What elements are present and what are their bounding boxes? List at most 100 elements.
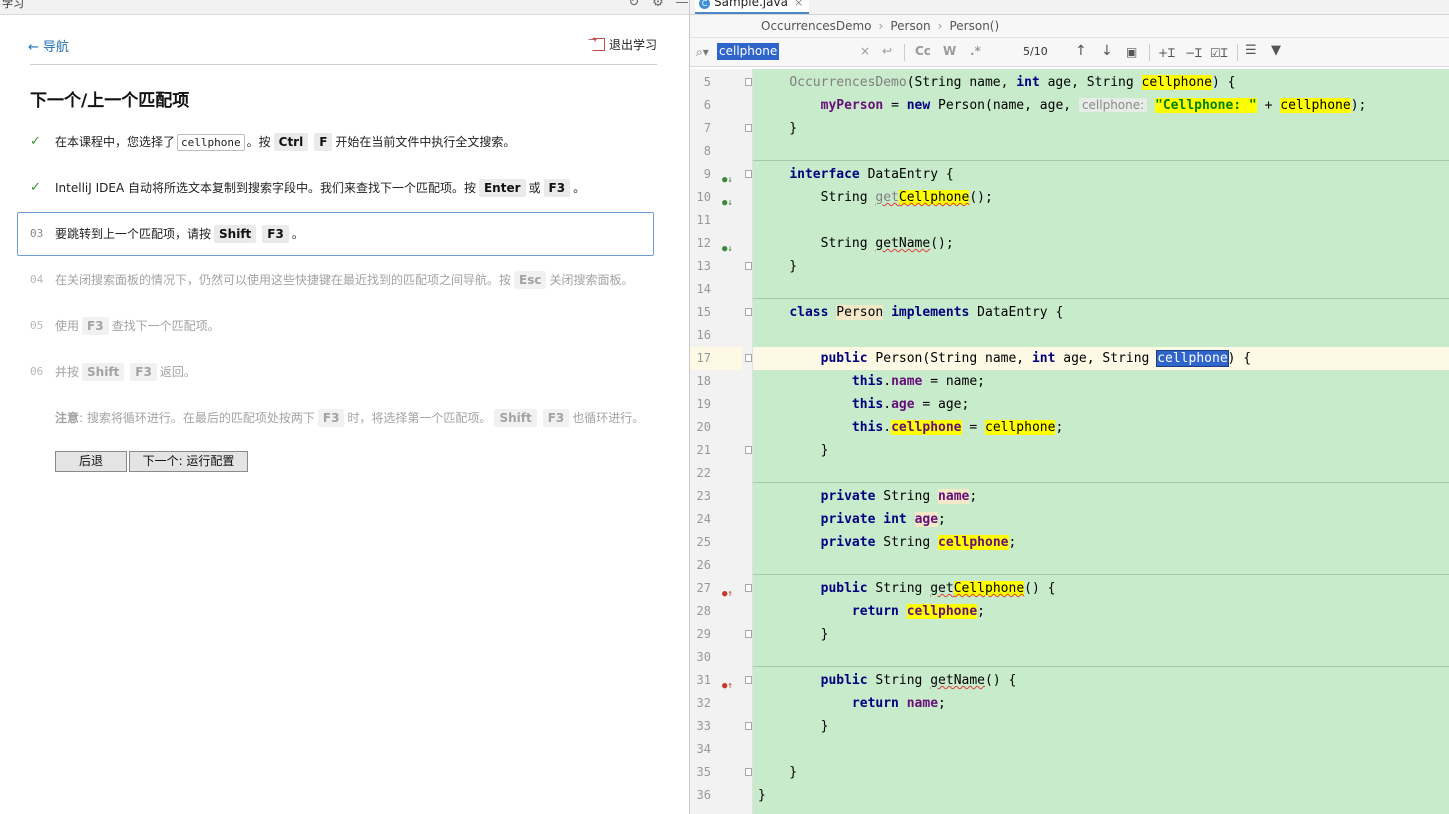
divider [904,44,905,61]
refresh-icon[interactable]: ↻ [627,0,641,10]
fold-marker-icon[interactable] [745,722,752,730]
fold-marker-icon[interactable] [745,170,752,178]
code-line: 7 } [690,117,1449,140]
clear-icon[interactable]: × [860,44,870,58]
note-text: : 搜索将循环进行。在最后的匹配项处按两下 [79,411,315,425]
exit-learning-label: 退出学习 [608,38,657,52]
step-text: IntelliJ IDEA 自动将所选文本复制到搜索字段中。我们来查找下一个匹配… [55,181,476,195]
key-shift: Shift [214,225,257,243]
new-line-icon[interactable]: ↩ [882,44,892,58]
step-text: 。 [573,181,586,195]
fold-marker-icon[interactable] [745,584,752,592]
code-text: OccurrencesDemo(String name, int age, St… [789,75,1236,90]
step-text: 关闭搜索面板。 [549,273,634,287]
java-class-icon: C [699,0,710,9]
step-text: 。 [291,227,304,241]
note: 注意: 搜索将循环进行。在最后的匹配项处按两下 F3 时，将选择第一个匹配项。 Shi… [30,408,657,428]
code-line: 26 [690,554,1449,577]
line-number: 12 [696,236,711,250]
breadcrumb-item[interactable]: Person() [949,19,999,33]
fold-marker-icon[interactable] [745,124,752,132]
whole-words-button[interactable]: W [943,44,956,58]
nav-back-label: 导航 [42,40,69,55]
step-6: 06 并按 Shift F3 返回。 [30,362,657,382]
code-text: } [758,627,829,642]
code-line: 10 ●↓ String getCellphone(); [690,186,1449,209]
key-enter: Enter [478,179,526,197]
code-text: myPerson = new Person(name, age, cellpho… [820,98,1367,113]
select-all-occurrences-icon[interactable]: ☑Ɪ [1210,44,1227,61]
step-1: ✓ 在本课程中，您选择了 cellphone 。按 Ctrl F 开始在当前文件中执行全文… [30,132,657,152]
line-number: 25 [696,535,711,549]
fold-marker-icon[interactable] [745,78,752,86]
divider [1237,44,1238,61]
tab-sample-java[interactable]: C Sample.java × [695,0,810,14]
minimize-icon[interactable]: — [675,0,689,10]
regex-button[interactable]: .* [970,44,981,58]
filter-icon[interactable]: ▼ [1271,43,1281,58]
step-number: 03 [30,227,44,240]
line-number: 11 [696,213,711,227]
find-bar: ⌕▾ cellphone × ↩ Cc W .* 5/10 ↑ ↓ ▣ +Ɪ −… [690,38,1449,67]
line-number: 8 [703,144,711,158]
line-number: 34 [696,742,711,756]
line-number: 28 [696,604,711,618]
parameter-hint: cellphone: [1078,98,1148,112]
code-line: 32 return name; [690,692,1449,715]
learn-titlebar-icons: ↻ ⚙ — [627,0,689,10]
note-text: 时，将选择第一个匹配项。 [347,411,492,425]
step-text: 并按 [55,365,80,379]
code-editor[interactable]: 5 OccurrencesDemo(String name, int age, … [690,69,1449,814]
arrow-down-icon[interactable]: ↓ [1101,43,1113,59]
match-case-button[interactable]: Cc [915,44,931,58]
gear-icon[interactable]: ⚙ [651,0,665,10]
code-line: 28 return cellphone; [690,600,1449,623]
filter-context-icon[interactable]: ☰ [1245,43,1257,58]
arrow-up-icon[interactable]: ↑ [1075,43,1087,59]
learn-panel-title: 学习 [2,0,24,10]
key-f3: F3 [262,225,289,243]
exit-learning-button[interactable]: 退出学习 [588,33,657,53]
editor-tab-bar: C Sample.java × [690,0,1449,15]
fold-marker-icon[interactable] [745,354,752,362]
breadcrumb-item[interactable]: Person [890,19,930,33]
open-in-window-icon[interactable]: ▣ [1126,45,1137,59]
line-number: 23 [696,489,711,503]
code-line: 19 this.age = age; [690,393,1449,416]
step-text: 查找下一个匹配项。 [111,319,220,333]
editor: C Sample.java × OccurrencesDemo › Person › Per… [690,0,1449,814]
search-input[interactable]: cellphone [717,43,780,60]
code-line: 14 [690,278,1449,301]
close-icon[interactable]: × [794,0,803,9]
fold-marker-icon[interactable] [745,676,752,684]
exit-icon [588,33,605,51]
code-line: 5 OccurrencesDemo(String name, int age, … [690,71,1449,94]
key-shift: Shift [494,409,537,427]
line-number: 21 [696,443,711,457]
step-number: 06 [30,365,44,378]
code-line: 35 } [690,761,1449,784]
key-f3: F3 [82,317,109,335]
step-4: 04 在关闭搜索面板的情况下，仍然可以使用这些快捷键在最近找到的匹配项之间导航。… [30,270,657,290]
search-icon[interactable]: ⌕▾ [696,45,709,60]
line-number: 36 [696,788,711,802]
nav-back-link[interactable]: ← 导航 [28,36,69,55]
line-number: 10 [696,190,711,204]
fold-marker-icon[interactable] [745,262,752,270]
fold-marker-icon[interactable] [745,630,752,638]
remove-occurrence-icon[interactable]: −Ɪ [1185,44,1202,61]
back-button[interactable]: 后退 [55,451,127,472]
next-lesson-button[interactable]: 下一个: 运行配置 [129,451,248,472]
step-3: 03 要跳转到上一个匹配项，请按 Shift F3。 [30,224,657,244]
key-f3: F3 [542,409,570,427]
add-occurrence-icon[interactable]: +Ɪ [1158,44,1175,61]
fold-marker-icon[interactable] [745,768,752,776]
line-number: 27 [696,581,711,595]
breadcrumb-item[interactable]: OccurrencesDemo [761,19,872,33]
fold-marker-icon[interactable] [745,446,752,454]
line-number: 29 [696,627,711,641]
code-line: 9 ●↓ interface DataEntry { [690,163,1449,186]
code-line: 18 this.name = name; [690,370,1449,393]
fold-marker-icon[interactable] [745,308,752,316]
code-line: 16 [690,324,1449,347]
